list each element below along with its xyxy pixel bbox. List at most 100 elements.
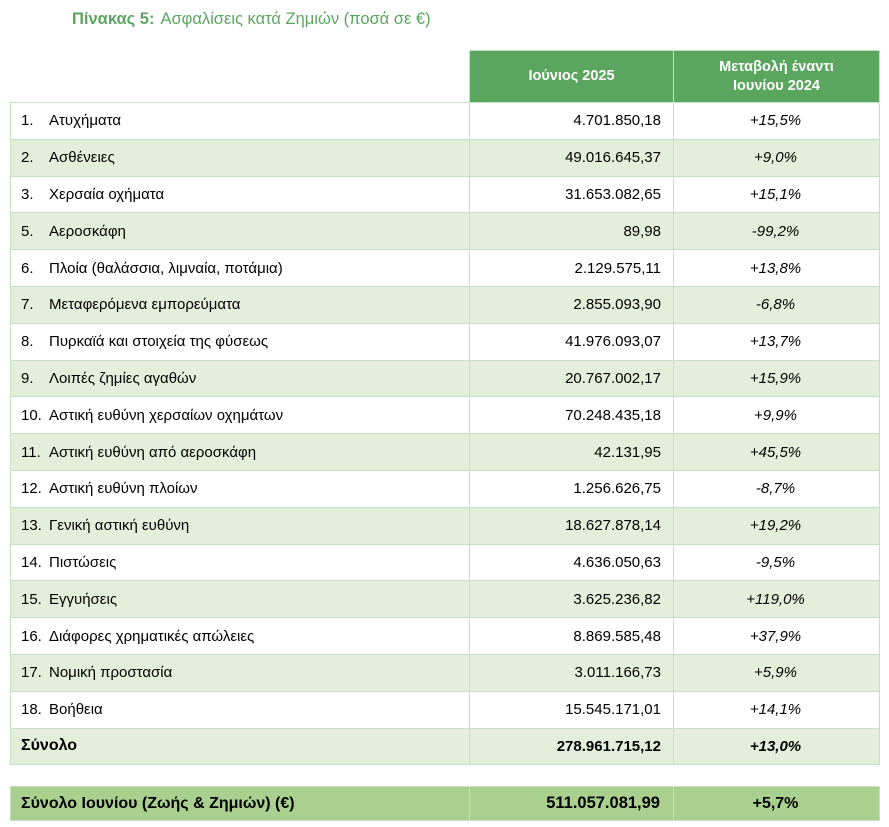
row-value: 8.869.585,48 bbox=[469, 617, 674, 655]
row-value: 89,98 bbox=[469, 212, 674, 251]
row-name: Πλοία (θαλάσσια, λιμναία, ποτάμια) bbox=[49, 259, 283, 277]
row-index: 17. bbox=[21, 664, 42, 682]
row-index: 3. bbox=[21, 185, 34, 203]
row-value: 49.016.645,37 bbox=[469, 138, 674, 177]
row-name-cell: 3. Χερσαία οχήματα bbox=[10, 175, 470, 214]
row-name: Πιστώσεις bbox=[49, 553, 117, 571]
row-value: 4.701.850,18 bbox=[469, 102, 674, 140]
row-name-cell: 5. Αεροσκάφη bbox=[10, 212, 470, 251]
table-row: 5. Αεροσκάφη 89,98 -99,2% bbox=[10, 212, 880, 251]
grand-total-name: Σύνολο Ιουνίου (Ζωής & Ζημιών) (€) bbox=[10, 786, 470, 821]
grand-total-table: Σύνολο Ιουνίου (Ζωής & Ζημιών) (€) 511.0… bbox=[10, 786, 880, 821]
row-name: Αεροσκάφη bbox=[49, 222, 126, 240]
row-value: 31.653.082,65 bbox=[469, 175, 674, 214]
table-row: 6. Πλοία (θαλάσσια, λιμναία, ποτάμια) 2.12… bbox=[10, 249, 880, 287]
claims-table: Ιούνιος 2025 Μεταβολή έναντι Ιουνίου 202… bbox=[10, 50, 880, 766]
total-change: +13,0% bbox=[673, 727, 880, 766]
table-title: Πίνακας 5: Ασφαλίσεις κατά Ζημιών (ποσά σ… bbox=[72, 8, 431, 30]
grand-total-row: Σύνολο Ιουνίου (Ζωής & Ζημιών) (€) 511.0… bbox=[10, 786, 880, 821]
header-blank bbox=[10, 50, 470, 103]
table-row: 3. Χερσαία οχήματα 31.653.082,65 +15,1% bbox=[10, 175, 880, 214]
row-name-cell: 1. Ατυχήματα bbox=[10, 102, 470, 140]
row-name-cell: 18. Βοήθεια bbox=[10, 690, 470, 729]
row-name-cell: 16. Διάφορες χρηματικές απώλειες bbox=[10, 617, 470, 655]
row-name-cell: 17. Νομική προστασία bbox=[10, 653, 470, 692]
row-name: Αστική ευθύνη από αεροσκάφη bbox=[49, 443, 257, 461]
row-name: Εγγυήσεις bbox=[49, 590, 118, 608]
row-value: 2.129.575,11 bbox=[469, 249, 674, 287]
table-row: 15. Εγγυήσεις 3.625.236,82 +119,0% bbox=[10, 580, 880, 619]
row-change: -9,5% bbox=[673, 543, 880, 582]
row-value: 3.011.166,73 bbox=[469, 653, 674, 692]
row-index: 16. bbox=[21, 627, 42, 645]
row-index: 7. bbox=[21, 296, 34, 314]
row-change: -8,7% bbox=[673, 469, 880, 508]
row-change: +15,1% bbox=[673, 175, 880, 214]
row-value: 3.625.236,82 bbox=[469, 580, 674, 619]
row-index: 10. bbox=[21, 406, 42, 424]
row-name: Ατυχήματα bbox=[49, 112, 122, 130]
row-index: 6. bbox=[21, 259, 34, 277]
row-change: +45,5% bbox=[673, 433, 880, 471]
row-name: Μεταφερόμενα εμπορεύματα bbox=[49, 296, 241, 314]
row-value: 20.767.002,17 bbox=[469, 359, 674, 398]
row-change: +5,9% bbox=[673, 653, 880, 692]
row-name: Νομική προστασία bbox=[49, 664, 173, 682]
table-row: 8. Πυρκαϊά και στοιχεία της φύσεως 41.976.… bbox=[10, 322, 880, 361]
row-value: 4.636.050,63 bbox=[469, 543, 674, 582]
row-change: +37,9% bbox=[673, 617, 880, 655]
row-name: Ασθένειες bbox=[49, 149, 115, 167]
row-name-cell: 2. Ασθένειες bbox=[10, 138, 470, 177]
table-row: 10. Αστική ευθύνη χερσαίων οχημάτων 70.248… bbox=[10, 396, 880, 435]
header-june-2025: Ιούνιος 2025 bbox=[469, 50, 674, 103]
row-name: Χερσαία οχήματα bbox=[49, 185, 165, 203]
row-name: Πυρκαϊά και στοιχεία της φύσεως bbox=[49, 333, 269, 351]
table-row: 9. Λοιπές ζημίες αγαθών 20.767.002,17 +15,9… bbox=[10, 359, 880, 398]
row-name: Λοιπές ζημίες αγαθών bbox=[49, 369, 197, 387]
table-row: 7. Μεταφερόμενα εμπορεύματα 2.855.093,90 -6… bbox=[10, 285, 880, 324]
row-value: 41.976.093,07 bbox=[469, 322, 674, 361]
row-value: 42.131,95 bbox=[469, 433, 674, 471]
row-index: 18. bbox=[21, 701, 42, 719]
header-row: Ιούνιος 2025 Μεταβολή έναντι Ιουνίου 202… bbox=[10, 50, 880, 103]
row-change: -99,2% bbox=[673, 212, 880, 251]
row-value: 2.855.093,90 bbox=[469, 285, 674, 324]
row-index: 1. bbox=[21, 112, 34, 130]
total-value: 278.961.715,12 bbox=[469, 727, 674, 766]
row-change: +119,0% bbox=[673, 580, 880, 619]
table-row: 14. Πιστώσεις 4.636.050,63 -9,5% bbox=[10, 543, 880, 582]
row-name: Διάφορες χρηματικές απώλειες bbox=[49, 627, 255, 645]
row-name-cell: 8. Πυρκαϊά και στοιχεία της φύσεως bbox=[10, 322, 470, 361]
row-value: 70.248.435,18 bbox=[469, 396, 674, 435]
row-name-cell: 14. Πιστώσεις bbox=[10, 543, 470, 582]
row-change: +15,5% bbox=[673, 102, 880, 140]
row-change: +13,7% bbox=[673, 322, 880, 361]
row-index: 5. bbox=[21, 222, 34, 240]
row-name-cell: 6. Πλοία (θαλάσσια, λιμναία, ποτάμια) bbox=[10, 249, 470, 287]
row-change: +9,9% bbox=[673, 396, 880, 435]
row-change: +13,8% bbox=[673, 249, 880, 287]
header-change: Μεταβολή έναντι Ιουνίου 2024 bbox=[673, 50, 880, 103]
row-change: +15,9% bbox=[673, 359, 880, 398]
row-index: 13. bbox=[21, 517, 42, 535]
grand-total-change: +5,7% bbox=[673, 786, 880, 821]
row-name: Αστική ευθύνη χερσαίων οχημάτων bbox=[49, 406, 284, 424]
row-name: Αστική ευθύνη πλοίων bbox=[49, 480, 198, 498]
row-change: +14,1% bbox=[673, 690, 880, 729]
row-name-cell: 15. Εγγυήσεις bbox=[10, 580, 470, 619]
row-name-cell: 13. Γενική αστική ευθύνη bbox=[10, 506, 470, 545]
row-index: 8. bbox=[21, 333, 34, 351]
table-row: 13. Γενική αστική ευθύνη 18.627.878,14 +19,… bbox=[10, 506, 880, 545]
row-change: +19,2% bbox=[673, 506, 880, 545]
row-name-cell: 10. Αστική ευθύνη χερσαίων οχημάτων bbox=[10, 396, 470, 435]
row-change: +9,0% bbox=[673, 138, 880, 177]
table-row: 16. Διάφορες χρηματικές απώλειες 8.869.585… bbox=[10, 617, 880, 655]
row-index: 15. bbox=[21, 590, 42, 608]
row-change: -6,8% bbox=[673, 285, 880, 324]
table-row: 12. Αστική ευθύνη πλοίων 1.256.626,75 -8,7% bbox=[10, 469, 880, 508]
row-name-cell: 12. Αστική ευθύνη πλοίων bbox=[10, 469, 470, 508]
row-index: 9. bbox=[21, 369, 34, 387]
row-name-cell: 9. Λοιπές ζημίες αγαθών bbox=[10, 359, 470, 398]
table-row: 17. Νομική προστασία 3.011.166,73 +5,9% bbox=[10, 653, 880, 692]
table-title-label: Πίνακας 5: bbox=[72, 10, 155, 28]
